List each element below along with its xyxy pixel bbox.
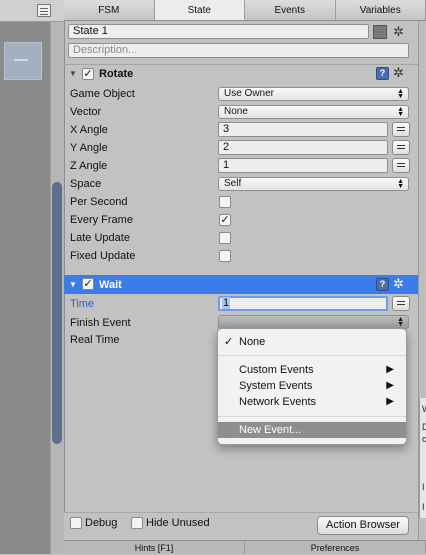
fixed-update-label: Fixed Update (70, 249, 135, 263)
z-angle-label: Z Angle (70, 159, 107, 173)
help-icon[interactable]: ? (376, 278, 389, 291)
finish-event-label: Finish Event (70, 316, 131, 330)
hide-unused-label: Hide Unused (146, 516, 210, 530)
left-toolbar (0, 0, 64, 22)
hints-tab[interactable]: Hints [F1] (64, 541, 245, 554)
z-angle-input[interactable]: 1 (218, 158, 388, 173)
x-angle-input[interactable]: 3 (218, 122, 388, 137)
time-input-value: 1 (222, 297, 230, 309)
gear-icon[interactable]: ✲ (393, 25, 404, 38)
menu-item-new-event[interactable]: New Event... (218, 422, 406, 438)
inspector-tabs: FSM State Events Variables (64, 0, 426, 21)
dropdown-arrows-icon: ▲▼ (397, 89, 404, 99)
vector-value: None (224, 106, 248, 117)
game-object-label: Game Object (70, 87, 135, 101)
menu-item-custom-events[interactable]: Custom Events ▶ (218, 362, 406, 378)
scrollbar-thumb[interactable] (52, 182, 62, 444)
every-frame-label: Every Frame (70, 213, 133, 227)
hide-unused-checkbox[interactable] (131, 517, 143, 529)
menu-item-network-events[interactable]: Network Events ▶ (218, 394, 406, 410)
time-label: Time (70, 297, 94, 311)
rotate-title: Rotate (99, 67, 133, 81)
variable-toggle-button[interactable] (392, 140, 410, 155)
help-icon[interactable]: ? (376, 67, 389, 80)
state-node-label-bar (14, 59, 28, 61)
y-angle-label: Y Angle (70, 141, 108, 155)
tab-variables[interactable]: Variables (336, 0, 426, 20)
state-color-swatch[interactable] (373, 25, 387, 39)
footer-tabs: Hints [F1] Preferences (64, 540, 426, 554)
y-angle-input[interactable]: 2 (218, 140, 388, 155)
variable-toggle-button[interactable] (392, 122, 410, 137)
dropdown-arrows-icon: ▲▼ (397, 107, 404, 117)
real-time-label: Real Time (70, 333, 120, 347)
space-label: Space (70, 177, 101, 191)
x-angle-label: X Angle (70, 123, 108, 137)
state-node[interactable] (4, 42, 42, 80)
finish-event-dropdown[interactable]: ▲▼ (218, 315, 409, 329)
variable-toggle-button[interactable] (392, 296, 410, 311)
action-browser-button[interactable]: Action Browser (317, 516, 409, 535)
submenu-arrow-icon: ▶ (386, 378, 394, 394)
rotate-enabled-checkbox[interactable]: ✓ (82, 68, 94, 80)
description-field[interactable]: Description... (68, 43, 409, 58)
debug-label: Debug (85, 516, 117, 530)
variable-toggle-button[interactable] (392, 158, 410, 173)
time-input[interactable]: 1 (218, 296, 388, 311)
tab-events[interactable]: Events (245, 0, 336, 20)
every-frame-checkbox[interactable]: ✓ (219, 214, 231, 226)
preferences-tab[interactable]: Preferences (245, 541, 426, 554)
menu-item-none[interactable]: None (218, 334, 406, 350)
submenu-arrow-icon: ▶ (386, 394, 394, 410)
event-popup-menu: ✓ None Custom Events ▶ System Events ▶ N… (217, 328, 407, 445)
late-update-label: Late Update (70, 231, 130, 245)
debug-checkbox[interactable] (70, 517, 82, 529)
menu-divider (218, 355, 406, 356)
wait-title: Wait (99, 278, 122, 292)
menu-divider (218, 416, 406, 417)
fold-arrow-icon[interactable]: ▼ (69, 280, 77, 289)
graph-canvas[interactable] (0, 22, 50, 554)
game-object-dropdown[interactable]: Use Owner ▲▼ (218, 87, 409, 101)
per-second-label: Per Second (70, 195, 127, 209)
late-update-checkbox[interactable] (219, 232, 231, 244)
gear-icon[interactable]: ✲ (393, 277, 404, 290)
dropdown-arrows-icon: ▲▼ (397, 317, 404, 327)
space-value: Self (224, 178, 241, 189)
menu-item-system-events[interactable]: System Events ▶ (218, 378, 406, 394)
fixed-update-checkbox[interactable] (219, 250, 231, 262)
per-second-checkbox[interactable] (219, 196, 231, 208)
vector-dropdown[interactable]: None ▲▼ (218, 105, 409, 119)
tab-fsm[interactable]: FSM (64, 0, 155, 20)
menu-icon[interactable] (37, 4, 51, 17)
fold-arrow-icon[interactable]: ▼ (69, 69, 77, 78)
game-object-value: Use Owner (224, 88, 274, 99)
state-name-field[interactable]: State 1 (68, 24, 369, 39)
gear-icon[interactable]: ✲ (393, 66, 404, 79)
adjacent-window-edge: W D c I I (419, 398, 426, 518)
space-dropdown[interactable]: Self ▲▼ (218, 177, 409, 191)
wait-enabled-checkbox[interactable]: ✓ (82, 278, 94, 290)
tab-state[interactable]: State (155, 0, 246, 20)
vector-label: Vector (70, 105, 101, 119)
dropdown-arrows-icon: ▲▼ (397, 179, 404, 189)
submenu-arrow-icon: ▶ (386, 362, 394, 378)
